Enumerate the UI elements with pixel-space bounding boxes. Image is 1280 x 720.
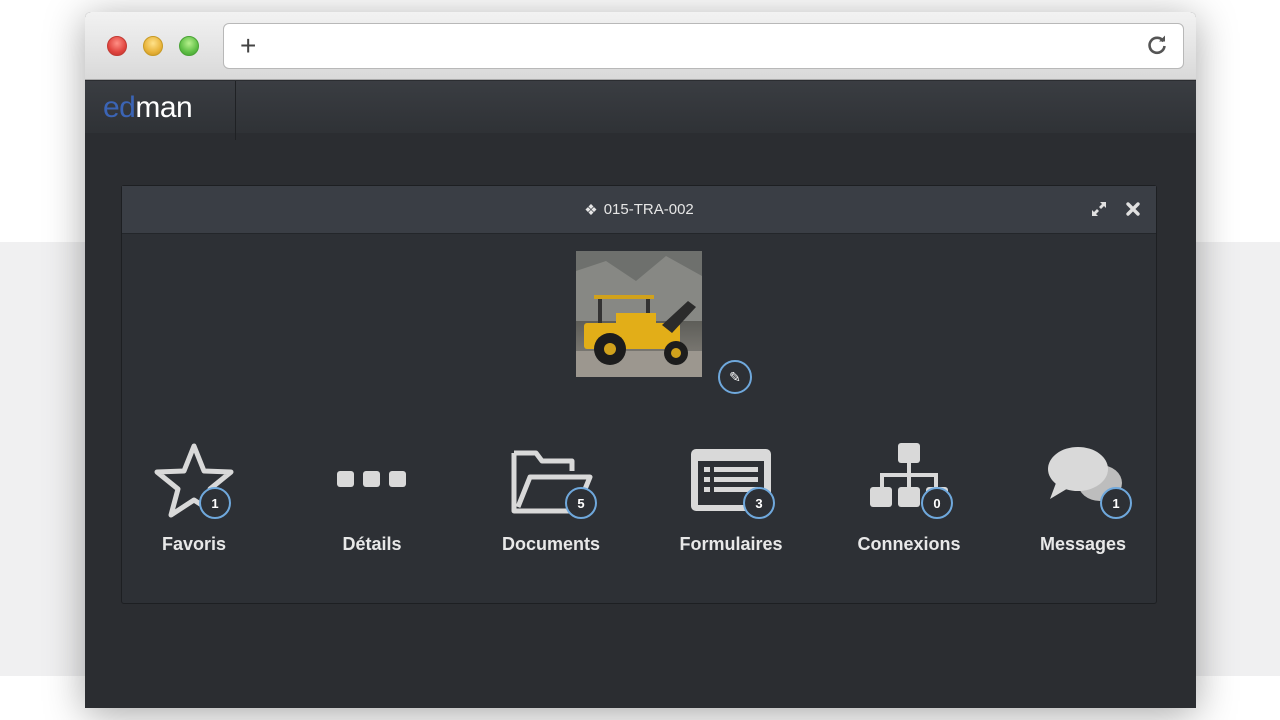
app-navbar: edman: [85, 81, 1196, 140]
tile-connexions[interactable]: 0 Connexions: [834, 441, 984, 561]
messages-badge: 1: [1100, 487, 1132, 519]
expand-icon[interactable]: [1090, 200, 1108, 218]
tile-label: Favoris: [161, 534, 227, 554]
cubes-icon: ❖: [584, 201, 598, 219]
logo-suffix: man: [135, 91, 193, 124]
panel-tools: [1090, 200, 1142, 218]
tile-label: Documents: [501, 534, 600, 554]
tile-label: Détails: [342, 534, 402, 554]
new-tab-icon[interactable]: +: [240, 30, 256, 62]
reload-icon[interactable]: [1145, 33, 1169, 57]
tile-documents[interactable]: 5 Documents: [476, 441, 626, 561]
tile-messages[interactable]: 1 Messages: [1008, 441, 1158, 561]
close-window-button[interactable]: [107, 36, 127, 56]
action-tiles: 1 Favoris Détails 5 Documents 3 Formulai…: [122, 441, 1156, 561]
asset-photo: [576, 251, 702, 377]
pencil-icon: ✎: [729, 368, 741, 385]
tile-label: Connexions: [857, 534, 961, 554]
zoom-window-button[interactable]: [179, 36, 199, 56]
edit-photo-button[interactable]: ✎: [718, 360, 752, 394]
app-logo[interactable]: edman: [85, 81, 236, 140]
panel-header: ❖ 015-TRA-002: [122, 186, 1156, 234]
asset-panel: ❖ 015-TRA-002 ✎ 1 Favoris Détails 5 Docu…: [121, 185, 1157, 604]
favoris-badge: 1: [199, 487, 231, 519]
logo-prefix: ed: [103, 91, 136, 124]
tile-label: Formulaires: [679, 534, 783, 554]
tile-favoris[interactable]: 1 Favoris: [119, 441, 269, 561]
browser-window: + edman ❖ 015-TRA-002 ✎ 1 Favoris Détail…: [85, 12, 1196, 708]
close-icon[interactable]: [1124, 200, 1142, 218]
panel-title: 015-TRA-002: [603, 201, 694, 218]
tile-details[interactable]: Détails: [297, 441, 447, 561]
tile-formulaires[interactable]: 3 Formulaires: [656, 441, 806, 561]
tile-label: Messages: [1039, 534, 1127, 554]
address-bar[interactable]: +: [223, 23, 1184, 69]
minimize-window-button[interactable]: [143, 36, 163, 56]
documents-badge: 5: [565, 487, 597, 519]
formulaires-badge: 3: [743, 487, 775, 519]
ellipsis-icon: [337, 471, 406, 487]
browser-chrome: +: [85, 12, 1196, 80]
connexions-badge: 0: [921, 487, 953, 519]
